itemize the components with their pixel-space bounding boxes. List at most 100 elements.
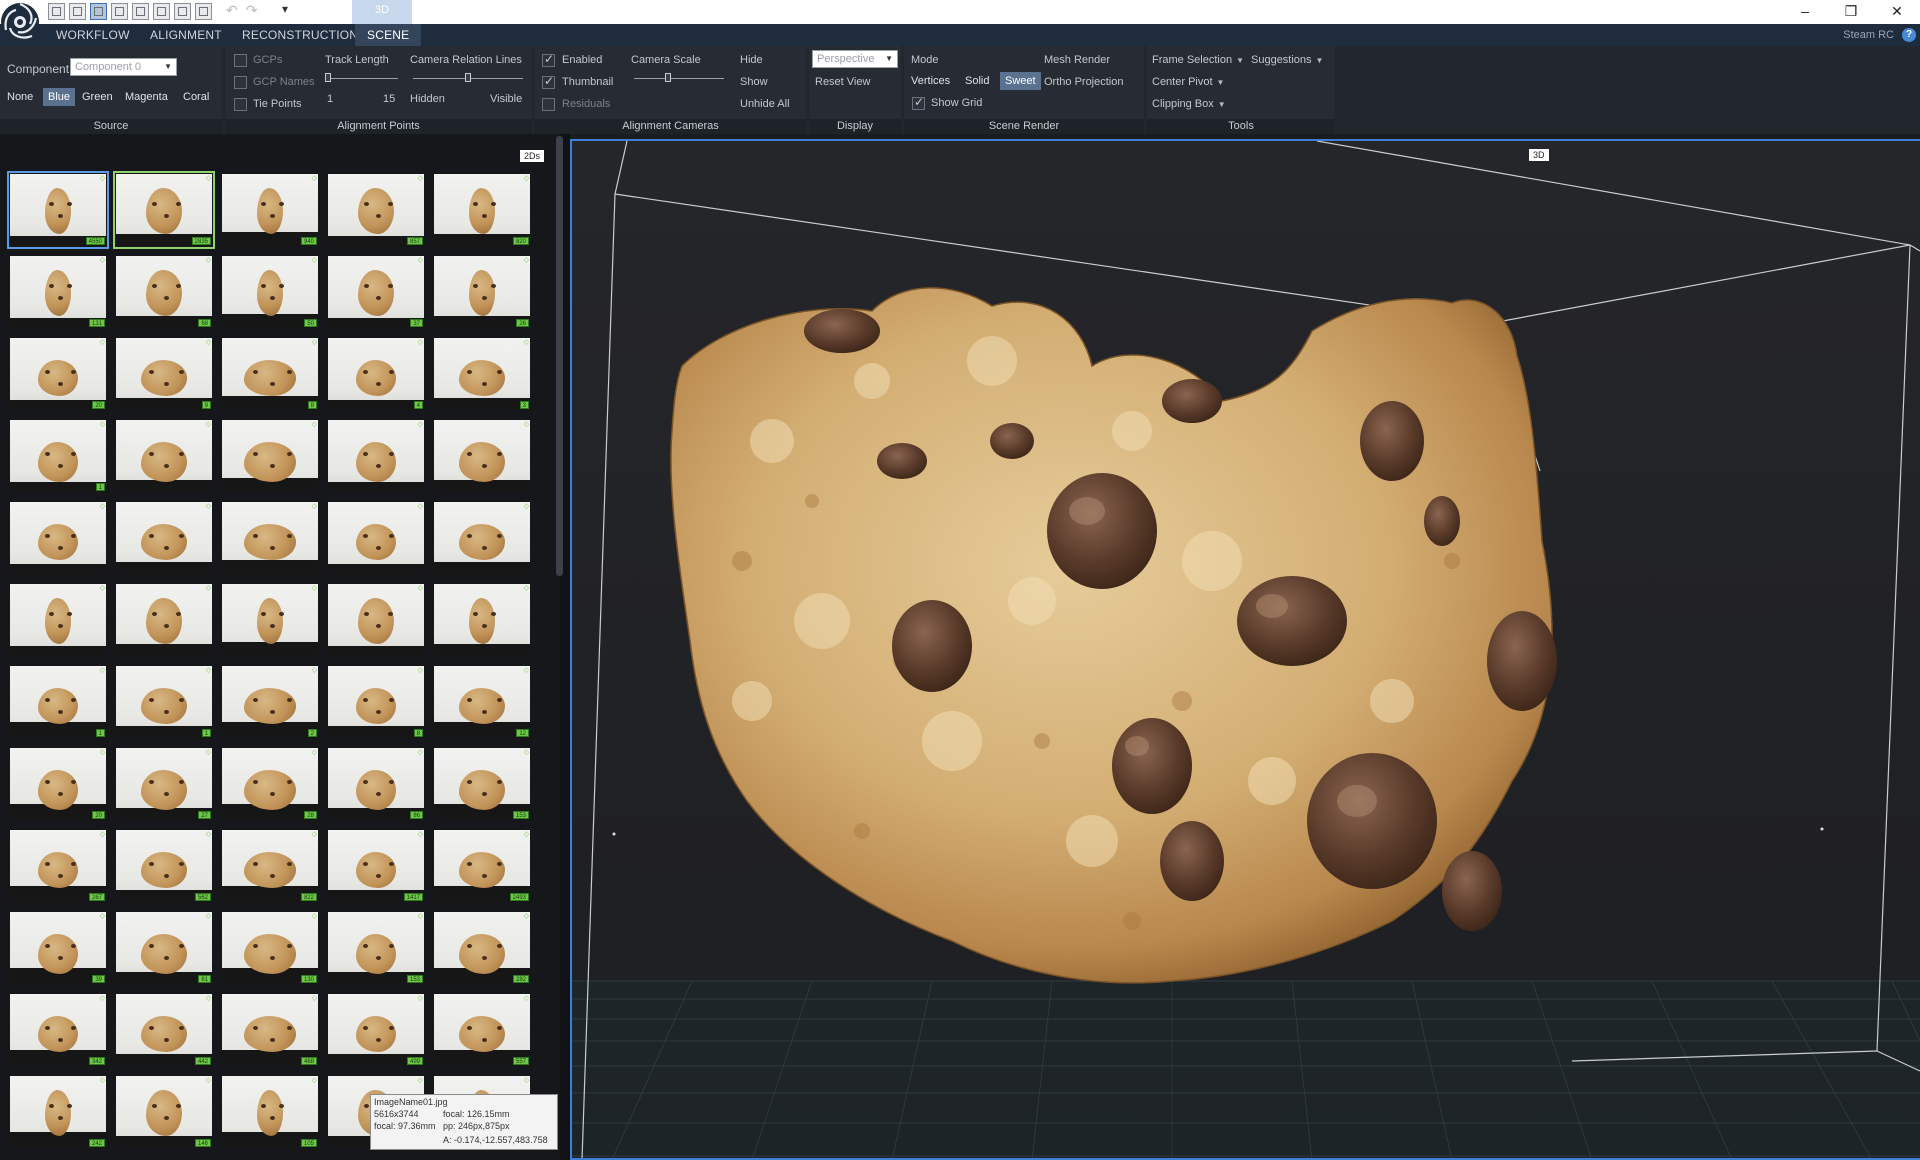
tab-reconstruction[interactable]: RECONSTRUCTION xyxy=(230,24,370,46)
image-thumbnail[interactable]: ◇ 4 xyxy=(328,338,424,410)
frame-selection-button[interactable]: Frame Selection ▼ xyxy=(1152,54,1244,66)
title-view-tab-3d[interactable]: 3D xyxy=(352,0,412,24)
image-thumbnail[interactable]: ◇ 940 xyxy=(222,174,318,246)
image-thumbnail[interactable]: ◇ 857 xyxy=(328,174,424,246)
image-thumbnail[interactable]: ◇ 146 xyxy=(116,1076,212,1148)
suggestions-button[interactable]: Suggestions ▼ xyxy=(1251,54,1323,66)
ortho-projection-button[interactable]: Ortho Projection xyxy=(1044,76,1123,88)
image-thumbnail[interactable]: ◇ 8 xyxy=(222,338,318,410)
image-thumbnail[interactable]: ◇ 1 xyxy=(10,420,106,492)
center-pivot-button[interactable]: Center Pivot ▼ xyxy=(1152,76,1224,88)
gcp-names-checkbox[interactable] xyxy=(234,76,247,89)
image-thumbnail[interactable]: ◇ 28 xyxy=(222,748,318,820)
image-thumbnail[interactable]: ◇ xyxy=(116,502,212,574)
color-blue[interactable]: Blue xyxy=(43,88,76,106)
layout-3-icon[interactable] xyxy=(90,3,107,20)
image-thumbnail[interactable]: ◇ 50 xyxy=(222,256,318,328)
restore-button[interactable]: ❐ xyxy=(1828,0,1874,24)
image-thumbnail[interactable]: ◇ 37 xyxy=(328,256,424,328)
show-button[interactable]: Show xyxy=(740,76,768,88)
image-thumbnail[interactable]: ◇ 2835 xyxy=(113,171,215,249)
image-thumbnail[interactable]: ◇ 61 xyxy=(116,912,212,984)
thumbnail-checkbox[interactable] xyxy=(542,74,555,89)
image-thumbnail[interactable]: ◇ 557 xyxy=(434,994,530,1066)
component-dropdown[interactable]: Component 0 ▼ xyxy=(70,58,177,76)
app-logo-icon[interactable] xyxy=(0,0,44,46)
image-thumbnail[interactable]: ◇ 20 xyxy=(10,748,106,820)
image-thumbnail[interactable]: ◇ xyxy=(222,584,318,656)
layout-8-icon[interactable] xyxy=(195,3,212,20)
image-thumbnail[interactable]: ◇ 242 xyxy=(10,1076,106,1148)
image-thumbnail[interactable]: ◇ xyxy=(10,584,106,656)
image-thumbnail[interactable]: ◇ 562 xyxy=(116,830,212,902)
image-thumbnail[interactable]: ◇ 153 xyxy=(328,912,424,984)
image-thumbnail[interactable]: ◇ xyxy=(222,502,318,574)
layout-6-icon[interactable] xyxy=(153,3,170,20)
image-thumbnail[interactable]: ◇ 499 xyxy=(328,994,424,1066)
reset-view-button[interactable]: Reset View xyxy=(815,76,870,88)
image-thumbnail[interactable]: ◇ 1 xyxy=(116,666,212,738)
tab-workflow[interactable]: WORKFLOW xyxy=(44,24,142,46)
color-coral[interactable]: Coral xyxy=(178,88,214,106)
residuals-checkbox[interactable] xyxy=(542,98,555,111)
image-thumbnail[interactable]: ◇ 153 xyxy=(434,748,530,820)
viewport-3d[interactable]: 3D xyxy=(570,139,1920,1160)
image-thumbnail[interactable]: ◇ xyxy=(328,502,424,574)
image-thumbnail[interactable]: ◇ xyxy=(222,420,318,492)
layout-5-icon[interactable] xyxy=(132,3,149,20)
clipping-box-button[interactable]: Clipping Box ▼ xyxy=(1152,98,1226,110)
image-thumbnail[interactable]: ◇ 26 xyxy=(434,256,530,328)
image-thumbnail[interactable]: ◇ xyxy=(434,502,530,574)
image-thumbnail[interactable]: ◇ 1 xyxy=(10,666,106,738)
image-thumbnail[interactable]: ◇ 282 xyxy=(434,912,530,984)
mode-vertices-button[interactable]: Vertices xyxy=(906,72,955,90)
image-thumbnail[interactable]: ◇ xyxy=(328,420,424,492)
image-thumbnail[interactable]: ◇ xyxy=(116,584,212,656)
undo-icon[interactable]: ↶ xyxy=(226,2,238,19)
mesh-render-button[interactable]: Mesh Render xyxy=(1044,54,1110,66)
image-thumbnail[interactable]: ◇ xyxy=(328,584,424,656)
image-thumbnail[interactable]: ◇ 131 xyxy=(10,256,106,328)
show-grid-checkbox[interactable] xyxy=(912,95,925,110)
image-thumbnail[interactable]: ◇ 342 xyxy=(10,994,106,1066)
image-thumbnail[interactable]: ◇ 3 xyxy=(434,338,530,410)
images-panel-scrollbar[interactable] xyxy=(556,136,563,576)
image-thumbnail[interactable]: ◇ xyxy=(10,502,106,574)
mode-sweet-button[interactable]: Sweet xyxy=(1000,72,1041,90)
image-thumbnail[interactable]: ◇ 267 xyxy=(10,830,106,902)
color-green[interactable]: Green xyxy=(77,88,118,106)
image-thumbnail[interactable]: ◇ 442 xyxy=(116,994,212,1066)
tab-scene[interactable]: SCENE xyxy=(355,24,422,46)
projection-dropdown[interactable]: Perspective ▼ xyxy=(812,50,898,68)
image-thumbnail[interactable]: ◇ 822 xyxy=(222,830,318,902)
layout-4-icon[interactable] xyxy=(111,3,128,20)
color-none[interactable]: None xyxy=(2,88,38,106)
image-thumbnail[interactable]: ◇ 39 xyxy=(10,912,106,984)
image-thumbnail[interactable]: ◇ 105 xyxy=(222,1076,318,1148)
camera-scale-slider[interactable] xyxy=(634,78,724,79)
layout-1-icon[interactable] xyxy=(48,3,65,20)
redo-icon[interactable]: ↷ xyxy=(246,2,258,19)
scene-3d-canvas[interactable] xyxy=(572,141,1920,1160)
images-2d-panel[interactable]: 2Ds ◇ 4550 ◇ 2835 ◇ 940 ◇ 857 ◇ 820 ◇ 131 ◇ 68 ◇ 50 ◇ 37 ◇… xyxy=(0,134,560,1160)
image-thumbnail[interactable]: ◇ 1417 xyxy=(328,830,424,902)
image-thumbnail[interactable]: ◇ 130 xyxy=(222,912,318,984)
image-thumbnail[interactable]: ◇ xyxy=(434,584,530,656)
mode-solid-button[interactable]: Solid xyxy=(960,72,994,90)
image-thumbnail[interactable]: ◇ 20 xyxy=(10,338,106,410)
image-thumbnail[interactable]: ◇ 2 xyxy=(222,666,318,738)
quick-access-dropdown-icon[interactable]: ▾ xyxy=(282,2,288,16)
color-magenta[interactable]: Magenta xyxy=(120,88,173,106)
unhide-all-button[interactable]: Unhide All xyxy=(740,98,790,110)
tab-alignment[interactable]: ALIGNMENT xyxy=(138,24,234,46)
enabled-checkbox[interactable] xyxy=(542,52,555,67)
hide-button[interactable]: Hide xyxy=(740,54,763,66)
camera-relation-slider-thumb[interactable] xyxy=(465,73,471,82)
image-thumbnail[interactable]: ◇ 2493 xyxy=(434,830,530,902)
tie-points-checkbox[interactable] xyxy=(234,98,247,111)
close-button[interactable]: ✕ xyxy=(1874,0,1920,24)
minimize-button[interactable]: – xyxy=(1782,0,1828,24)
image-thumbnail[interactable]: ◇ 9 xyxy=(116,338,212,410)
image-thumbnail[interactable]: ◇ 86 xyxy=(328,748,424,820)
gcps-checkbox[interactable] xyxy=(234,54,247,67)
